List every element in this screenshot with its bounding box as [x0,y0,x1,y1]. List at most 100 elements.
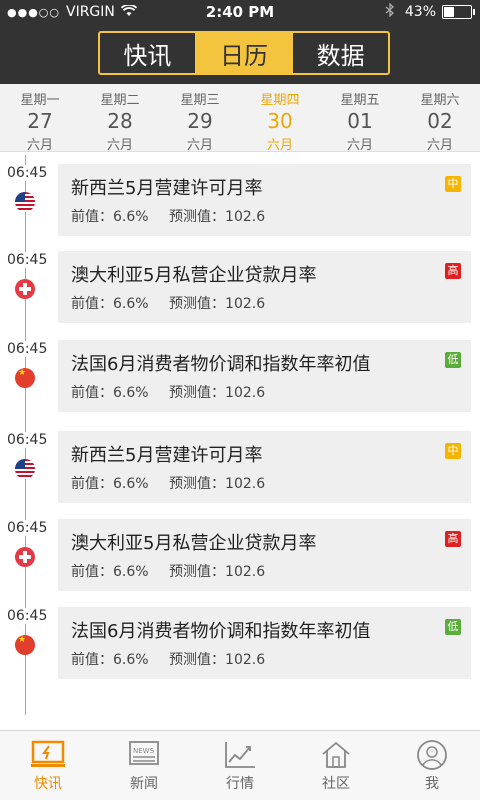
forecast-value: 预测值：102.6 [169,296,266,312]
day-tuesday[interactable]: 星期二 28 六月 [80,84,160,153]
event-title: 澳大利亚5月私营企业贷款月率 [71,533,317,554]
battery-fill [444,7,455,17]
event-card[interactable]: 法国6月消费者物价调和指数年率初值 前值：6.6% 预测值：102.6 低 [58,340,471,412]
event-title: 新西兰5月营建许可月率 [71,178,263,199]
monitor-icon [0,737,96,773]
date-number: 01 [347,109,373,133]
event-card[interactable]: 澳大利亚5月私营企业贷款月率 前值：6.6% 预测值：102.6 高 [58,251,471,323]
event-time: 06:45 [7,165,48,181]
month-label: 六月 [426,138,453,153]
us-flag-icon [15,459,35,479]
previous-value: 前值：6.6% [71,652,149,668]
day-thursday[interactable]: 星期四 30 六月 [240,84,320,153]
previous-value: 前值：6.6% [71,385,149,401]
event-title: 法国6月消费者物价调和指数年率初值 [71,621,371,642]
event-title: 澳大利亚5月私营企业贷款月率 [71,265,317,286]
event-values: 前值：6.6% 预测值：102.6 [71,293,281,313]
previous-value: 前值：6.6% [71,209,149,225]
calendar-event[interactable]: 06:45 法国6月消费者物价调和指数年率初值 前值：6.6% 预测值：102.… [0,340,480,412]
tab-me[interactable]: 我 [384,731,480,800]
event-card[interactable]: 法国6月消费者物价调和指数年率初值 前值：6.6% 预测值：102.6 低 [58,607,471,679]
weekday-label: 星期五 [340,93,380,108]
tab-market[interactable]: 行情 [192,731,288,800]
tab-flash-news[interactable]: 快讯 [0,731,96,800]
tab-news[interactable]: NEWS 新闻 [96,731,192,800]
event-values: 前值：6.6% 预测值：102.6 [71,473,281,493]
event-time: 06:45 [7,608,48,624]
importance-badge: 高 [445,263,461,279]
bluetooth-icon [385,2,395,21]
previous-value: 前值：6.6% [71,476,149,492]
calendar-event[interactable]: 06:45 澳大利亚5月私营企业贷款月率 前值：6.6% 预测值：102.6 高 [0,519,480,591]
chart-icon [192,737,288,773]
forecast-value: 预测值：102.6 [169,652,266,668]
tab-community[interactable]: 社区 [288,731,384,800]
date-number: 29 [187,109,213,133]
day-saturday[interactable]: 星期六 02 六月 [400,84,480,153]
battery-percent: 43% [404,4,436,20]
weekday-label: 星期六 [420,93,460,108]
tab-label: 快讯 [34,776,62,792]
event-card[interactable]: 澳大利亚5月私营企业贷款月率 前值：6.6% 预测值：102.6 高 [58,519,471,591]
tab-label: 我 [425,776,439,792]
calendar-event[interactable]: 06:45 新西兰5月营建许可月率 前值：6.6% 预测值：102.6 中 [0,164,480,236]
date-number: 28 [107,109,133,133]
segment-control: 快讯 日历 数据 [98,31,390,75]
us-flag-icon [15,192,35,212]
month-label: 六月 [266,138,293,153]
event-card[interactable]: 新西兰5月营建许可月率 前值：6.6% 预测值：102.6 中 [58,164,471,236]
importance-badge: 中 [445,443,461,459]
china-flag-icon [15,635,35,655]
weekday-label: 星期四 [260,93,300,108]
previous-value: 前值：6.6% [71,564,149,580]
weekday-label: 星期二 [100,93,140,108]
month-label: 六月 [106,138,133,153]
event-values: 前值：6.6% 预测值：102.6 [71,382,281,402]
event-time: 06:45 [7,432,48,448]
battery-icon [442,5,475,19]
weekday-label: 星期三 [180,93,220,108]
day-friday[interactable]: 星期五 01 六月 [320,84,400,153]
weekday-label: 星期一 [20,93,60,108]
china-flag-icon [15,368,35,388]
importance-badge: 低 [445,352,461,368]
calendar-event[interactable]: 06:45 澳大利亚5月私营企业贷款月率 前值：6.6% 预测值：102.6 高 [0,251,480,323]
importance-badge: 低 [445,619,461,635]
importance-badge: 中 [445,176,461,192]
segment-flash-news[interactable]: 快讯 [100,33,197,73]
forecast-value: 预测值：102.6 [169,209,266,225]
month-label: 六月 [26,138,53,153]
house-icon [288,737,384,773]
forecast-value: 预测值：102.6 [169,385,266,401]
month-label: 六月 [346,138,373,153]
date-number: 27 [27,109,53,133]
event-time: 06:45 [7,341,48,357]
status-bar: ●●●○○ VIRGIN 2:40 PM 43% [0,0,480,24]
segment-data[interactable]: 数据 [293,33,388,73]
bottom-tab-bar: 快讯 NEWS 新闻 行情 社区 我 [0,730,480,800]
date-number: 02 [427,109,453,133]
event-card[interactable]: 新西兰5月营建许可月率 前值：6.6% 预测值：102.6 中 [58,431,471,503]
tab-label: 社区 [322,776,350,792]
svg-text:NEWS: NEWS [133,747,155,755]
event-time: 06:45 [7,252,48,268]
calendar-event[interactable]: 06:45 法国6月消费者物价调和指数年率初值 前值：6.6% 预测值：102.… [0,607,480,679]
forecast-value: 预测值：102.6 [169,476,266,492]
date-number: 30 [267,109,293,133]
tab-label: 行情 [226,776,254,792]
swiss-flag-icon [15,547,35,567]
swiss-flag-icon [15,279,35,299]
month-label: 六月 [186,138,213,153]
day-wednesday[interactable]: 星期三 29 六月 [160,84,240,153]
previous-value: 前值：6.6% [71,296,149,312]
event-title: 新西兰5月营建许可月率 [71,445,263,466]
day-monday[interactable]: 星期一 27 六月 [0,84,80,153]
event-title: 法国6月消费者物价调和指数年率初值 [71,354,371,375]
segment-calendar[interactable]: 日历 [196,33,294,73]
event-values: 前值：6.6% 预测值：102.6 [71,206,281,226]
event-values: 前值：6.6% 预测值：102.6 [71,649,281,669]
status-right: 43% [385,2,475,21]
calendar-event[interactable]: 06:45 新西兰5月营建许可月率 前值：6.6% 预测值：102.6 中 [0,431,480,503]
event-values: 前值：6.6% 预测值：102.6 [71,561,281,581]
importance-badge: 高 [445,531,461,547]
